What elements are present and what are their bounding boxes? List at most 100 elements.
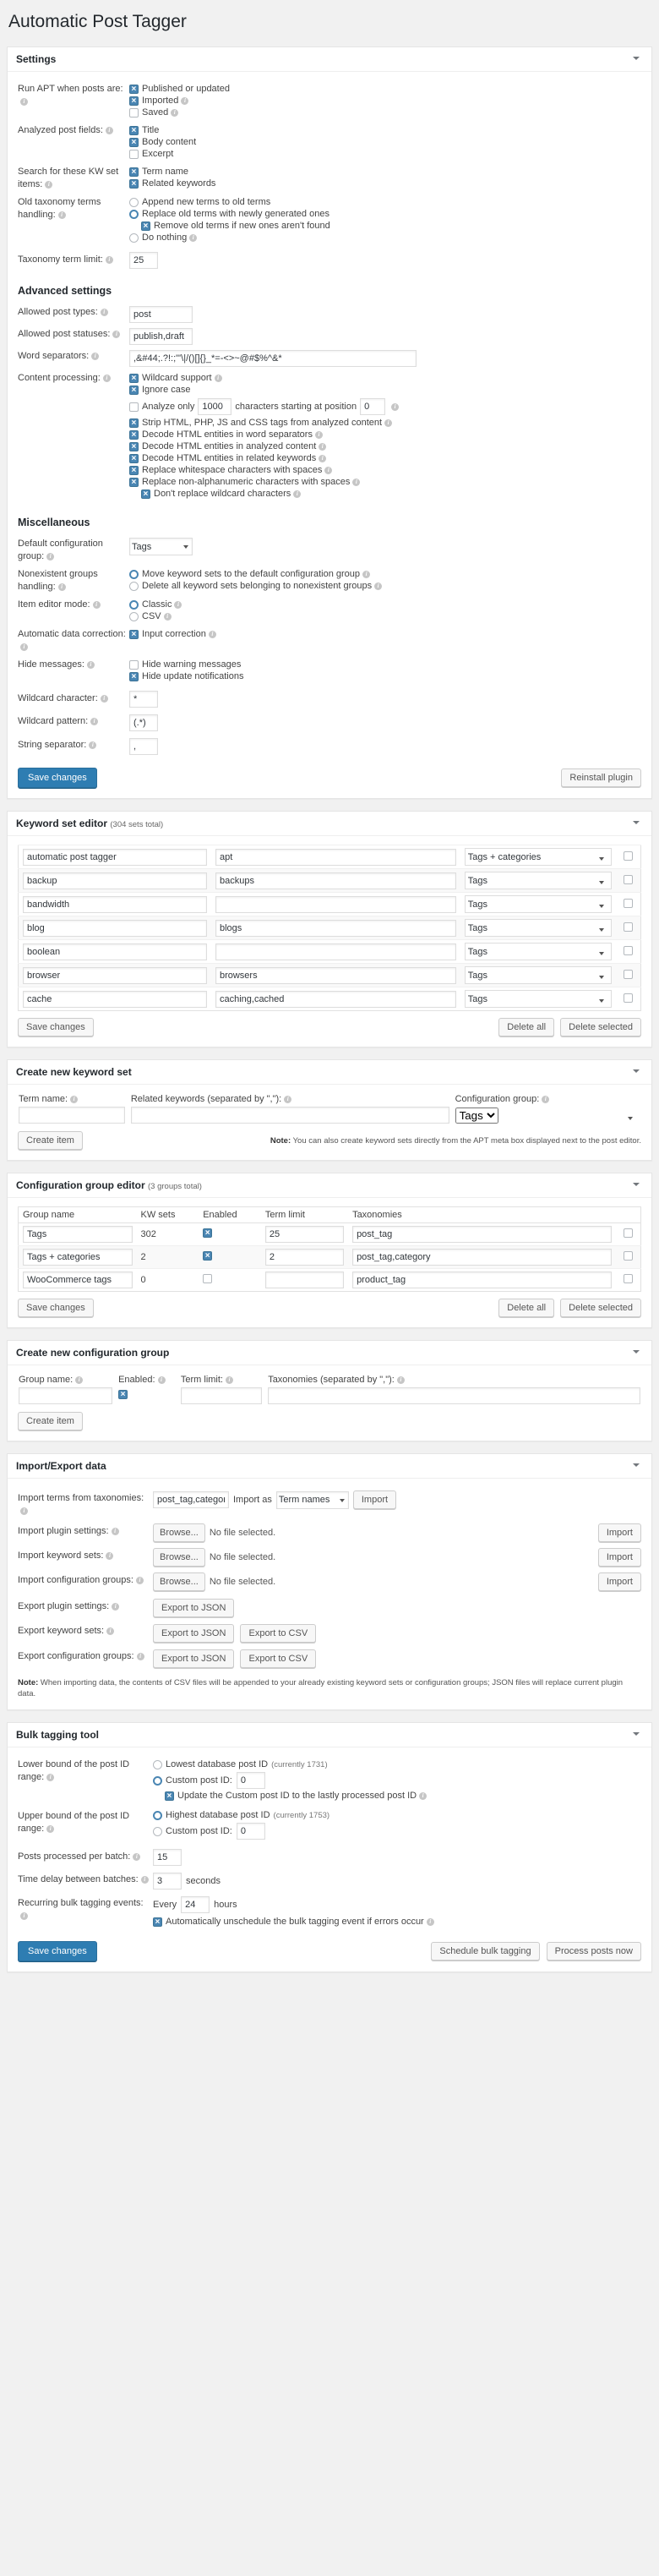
export-keyword-sets-json-button[interactable]: Export to JSON: [153, 1624, 235, 1643]
config-group-editor-header[interactable]: Configuration group editor (3 groups tot…: [8, 1173, 651, 1199]
info-icon[interactable]: i: [419, 1792, 428, 1801]
group-delete-all-button[interactable]: Delete all: [498, 1299, 555, 1318]
info-icon[interactable]: i: [70, 1096, 79, 1104]
checkbox-box[interactable]: [129, 126, 139, 136]
group-enabled-checkbox[interactable]: [203, 1251, 213, 1261]
info-icon[interactable]: i: [396, 1376, 405, 1385]
import-config-groups-button[interactable]: Import: [597, 1572, 641, 1592]
checkbox-related-keywords[interactable]: Related keywords: [129, 178, 641, 189]
checkbox-hide-warnings[interactable]: Hide warning messages: [129, 659, 641, 670]
import-plugin-settings-browse-button[interactable]: Browse...: [153, 1523, 205, 1543]
recurring-value-input[interactable]: [181, 1896, 210, 1914]
checkbox-box[interactable]: [129, 430, 139, 440]
create-kw-keywords-input[interactable]: [130, 1107, 449, 1124]
checkbox-saved[interactable]: Saved i: [129, 107, 641, 118]
checkbox-box[interactable]: [129, 466, 139, 476]
create-keyword-set-button[interactable]: Create item: [18, 1131, 83, 1151]
kw-keywords-input[interactable]: [215, 872, 456, 889]
checkbox-box[interactable]: [129, 454, 139, 464]
kw-term-input[interactable]: [23, 990, 207, 1008]
info-icon[interactable]: i: [20, 1507, 28, 1516]
info-icon[interactable]: i: [324, 467, 333, 475]
export-config-groups-json-button[interactable]: Export to JSON: [153, 1649, 235, 1669]
checkbox-box[interactable]: [129, 150, 139, 160]
group-delete-selected-button[interactable]: Delete selected: [560, 1299, 641, 1318]
info-icon[interactable]: i: [293, 490, 302, 499]
info-icon[interactable]: i: [362, 571, 371, 579]
save-changes-button[interactable]: Save changes: [18, 768, 97, 789]
checkbox-box[interactable]: [129, 179, 139, 189]
radio-custom-upper-post-id[interactable]: Custom post ID:: [153, 1823, 641, 1840]
reinstall-plugin-button[interactable]: Reinstall plugin: [561, 768, 641, 788]
info-icon[interactable]: i: [45, 181, 53, 189]
info-icon[interactable]: i: [112, 1603, 120, 1611]
kw-delete-all-button[interactable]: Delete all: [498, 1018, 555, 1037]
radio-classic-mode[interactable]: Classic i: [129, 599, 641, 610]
group-taxonomies-input[interactable]: [352, 1249, 612, 1266]
checkbox-box[interactable]: [129, 418, 139, 429]
info-icon[interactable]: i: [106, 1627, 115, 1636]
info-icon[interactable]: i: [86, 661, 95, 670]
kw-keywords-input[interactable]: [215, 943, 456, 960]
info-icon[interactable]: i: [214, 375, 222, 383]
info-icon[interactable]: i: [163, 613, 172, 621]
create-group-term-limit-input[interactable]: [180, 1387, 263, 1405]
kw-save-changes-button[interactable]: Save changes: [18, 1018, 94, 1037]
checkbox-box[interactable]: [129, 402, 139, 412]
create-kw-group-select[interactable]: Tags: [455, 1107, 498, 1124]
info-icon[interactable]: i: [20, 643, 28, 652]
group-name-input[interactable]: [23, 1249, 133, 1266]
export-keyword-sets-csv-button[interactable]: Export to CSV: [240, 1624, 317, 1643]
kw-keywords-input[interactable]: [215, 966, 456, 984]
radio-lowest-db-post-id[interactable]: Lowest database post ID (currently 1731): [153, 1759, 641, 1770]
checkbox-update-custom-post-id[interactable]: Update the Custom post ID to the lastly …: [165, 1791, 641, 1802]
checkbox-hide-update-notifications[interactable]: Hide update notifications: [129, 671, 641, 682]
checkbox-wildcard-support[interactable]: Wildcard supporti: [129, 373, 641, 384]
import-keyword-sets-browse-button[interactable]: Browse...: [153, 1548, 205, 1567]
radio-dot[interactable]: [153, 1775, 162, 1786]
info-icon[interactable]: i: [319, 443, 327, 451]
import-terms-button[interactable]: Import: [352, 1490, 397, 1510]
checkbox-replace-whitespace[interactable]: Replace whitespace characters with space…: [129, 465, 641, 476]
kw-keywords-input[interactable]: [215, 848, 456, 866]
info-icon[interactable]: i: [100, 695, 108, 703]
info-icon[interactable]: i: [100, 309, 108, 317]
chevron-down-icon[interactable]: [631, 53, 643, 65]
checkbox-decode-entities-separators[interactable]: Decode HTML entities in word separatorsi: [129, 429, 641, 440]
checkbox-imported[interactable]: Importedi: [129, 96, 641, 107]
create-config-group-button[interactable]: Create item: [18, 1412, 83, 1431]
info-icon[interactable]: i: [374, 582, 383, 591]
chevron-down-icon[interactable]: [631, 1729, 643, 1741]
radio-move-to-default[interactable]: Move keyword sets to the default configu…: [129, 569, 641, 580]
import-terms-input[interactable]: [153, 1491, 229, 1509]
chevron-down-icon[interactable]: [631, 1347, 643, 1359]
info-icon[interactable]: i: [426, 1918, 434, 1927]
group-save-changes-button[interactable]: Save changes: [18, 1299, 94, 1318]
group-enabled-checkbox[interactable]: [203, 1274, 213, 1284]
info-icon[interactable]: i: [314, 431, 323, 440]
default-group-select[interactable]: Tags: [129, 538, 193, 556]
info-icon[interactable]: i: [384, 419, 393, 428]
kw-keywords-input[interactable]: [215, 990, 456, 1008]
kw-row-checkbox[interactable]: [624, 993, 633, 1003]
info-icon[interactable]: i: [106, 1552, 114, 1561]
kw-term-input[interactable]: [23, 943, 207, 960]
custom-upper-post-id-input[interactable]: [236, 1823, 265, 1840]
radio-dot[interactable]: [129, 600, 139, 610]
radio-dot[interactable]: [153, 1826, 162, 1836]
checkbox-title[interactable]: Title: [129, 125, 641, 136]
radio-dot[interactable]: [129, 198, 139, 208]
radio-append-new-terms[interactable]: Append new terms to old terms: [129, 197, 641, 208]
schedule-bulk-tagging-button[interactable]: Schedule bulk tagging: [431, 1942, 540, 1961]
checkbox-ignore-case[interactable]: Ignore case: [129, 385, 641, 396]
checkbox-box[interactable]: [129, 167, 139, 178]
checkbox-box[interactable]: [129, 108, 139, 118]
radio-csv-mode[interactable]: CSV i: [129, 611, 641, 622]
group-taxonomies-input[interactable]: [352, 1272, 612, 1289]
info-icon[interactable]: i: [57, 583, 66, 592]
info-icon[interactable]: i: [140, 1876, 149, 1884]
kw-row-checkbox[interactable]: [624, 969, 633, 979]
group-name-input[interactable]: [23, 1226, 133, 1244]
info-icon[interactable]: i: [102, 375, 111, 383]
info-icon[interactable]: i: [89, 741, 97, 750]
